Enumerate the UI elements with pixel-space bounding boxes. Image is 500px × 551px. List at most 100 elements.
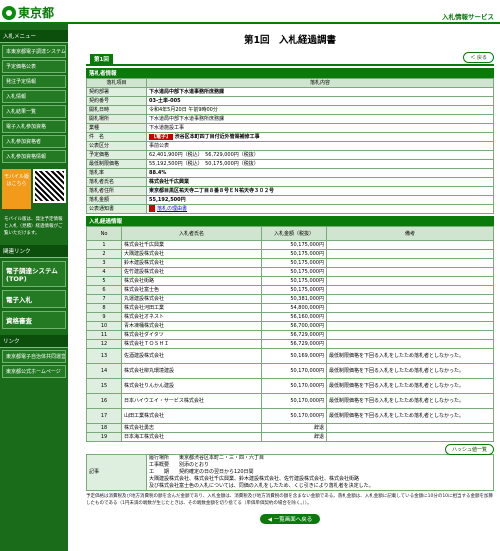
bid-no: 3: [86, 258, 122, 268]
bid-amount: 56,700,000円: [261, 321, 327, 331]
bid-name: 日本海工株式会社: [121, 432, 262, 442]
bid-row: 15 株式会社りんかん建設 50,170,000円 最低制限価格を下回る入札をしたため…: [86, 378, 494, 394]
mobile-box: モバイル版はこちら: [2, 169, 66, 213]
sidebar-link-qualification[interactable]: 資格審査: [2, 311, 66, 330]
winner-row: 落札金額 55,192,500円: [86, 195, 494, 205]
bid-amount: 50,175,000円: [261, 240, 327, 250]
sidebar-item-qualification-info[interactable]: 入札参加資格情報: [2, 150, 66, 163]
bid-row: 2 大隅建設株式会社 50,175,000円: [86, 249, 494, 259]
bid-note: 最低制限価格を下回る入札をしたため落札者としなかった。: [326, 393, 494, 409]
winner-row-label: 開札場所: [86, 114, 147, 124]
winner-row-value: 88.4%: [146, 168, 494, 178]
winner-row-label: 契約番号: [86, 96, 147, 106]
bid-col-no: No: [86, 226, 122, 241]
sidebar-link-system-top[interactable]: 電子調達システム(TOP): [2, 261, 66, 288]
bid-col-name: 入札者氏名: [121, 226, 262, 241]
winner-section-header: 落札者情報: [86, 68, 494, 78]
bid-row: 9 株式会社オネスト 56,160,000円: [86, 312, 494, 322]
bid-note: [326, 330, 494, 340]
winner-row: 業種 下水道施設工事: [86, 123, 494, 133]
sidebar-item-order-plan[interactable]: 発注予定情報: [2, 75, 66, 88]
winner-row-text: 88.4%: [149, 170, 167, 176]
bid-note: [326, 321, 494, 331]
winner-row-value: 62,401,900円（税込） 56,729,000円（税抜）: [146, 150, 494, 160]
back-button[interactable]: ＜ 戻る: [463, 52, 494, 63]
bid-name: 日本ハイウエイ・サービス株式会社: [121, 393, 262, 409]
bid-name: 大隅建設株式会社: [121, 249, 262, 259]
winner-row: 落札者住所 東京都目黒区祐天寺二丁目８番８号ＥＮ祐天寺３０２号: [86, 186, 494, 196]
tab-round-1[interactable]: 第1回: [90, 54, 113, 64]
tokyo-logo[interactable]: 東京都: [2, 4, 54, 21]
sidebar-item-qualified[interactable]: 入札参加資格者: [2, 135, 66, 148]
bid-table: No 入札者氏名 入札金額（税抜） 備考 1 株式会社千広興業 50,175,000…: [86, 226, 494, 442]
sidebar-item-bid-info[interactable]: 入札情報: [2, 90, 66, 103]
bid-name: 株式会社河田工業: [121, 303, 262, 313]
footnote: 予定価格は消費税及び地方消費税の額を含んだ金額であり、入札金額は、消費税及び地方…: [86, 494, 494, 506]
bid-amount: 50,175,000円: [261, 285, 327, 295]
winner-row-text: 55,192,500円: [149, 197, 186, 203]
winner-row: 契約番号 03-土単-005: [86, 96, 494, 106]
winner-row: 落札率 88.4%: [86, 168, 494, 178]
winner-row: 公表通知書 落札の理由書: [86, 204, 494, 214]
sidebar-link-joint[interactable]: 東京都電子自治体共同運営: [2, 350, 66, 364]
bid-amount: 50,170,000円: [261, 378, 327, 394]
winner-row-label: 開札日時: [86, 105, 147, 115]
bid-amount: 50,170,000円: [261, 363, 327, 379]
bid-no: 16: [86, 393, 122, 409]
sidebar-link-e-bid[interactable]: 電子入札: [2, 290, 66, 309]
bid-amount: 56,729,000円: [261, 330, 327, 340]
winner-row-label: 落札金額: [86, 195, 147, 205]
sidebar-links2-title: リンク: [0, 335, 68, 349]
history-row: ハッシュ値一覧: [86, 444, 494, 455]
sidebar-item-qualification[interactable]: 電子入札参加資格: [2, 120, 66, 133]
winner-col-item: 落札項目: [86, 78, 147, 88]
bid-name: 鈴木建設株式会社: [121, 258, 262, 268]
bid-row: 5 株式会社街路 50,175,000円: [86, 276, 494, 286]
winner-row-text: 渋谷区本町四丁目付近外管渠補修工事: [174, 134, 260, 140]
notice-link[interactable]: 落札の理由書: [157, 206, 187, 212]
sidebar-item-procurement[interactable]: 本東京都電子調達システム: [2, 45, 66, 58]
winner-row-label: 契約部署: [86, 87, 147, 97]
winner-row-label: 落札者氏名: [86, 177, 147, 187]
winner-row: 開札場所 下水道局中部下水道事務所庶務課: [86, 114, 494, 124]
sidebar-item-bid-results[interactable]: 入札結果一覧: [2, 105, 66, 118]
hash-list-button[interactable]: ハッシュ値一覧: [444, 444, 494, 455]
winner-row: 落札者氏名 株式会社千広興業: [86, 177, 494, 187]
winner-row-value[interactable]: 落札の理由書: [146, 204, 494, 214]
sidebar-link-official[interactable]: 東京都公式ホームページ: [2, 365, 66, 379]
winner-row: 最低制限価格 55,192,500円（税込） 50,175,000円（税抜）: [86, 159, 494, 169]
bid-name: 株式会社富士色: [121, 285, 262, 295]
sidebar-item-price[interactable]: 予定価格公表: [2, 60, 66, 73]
mobile-link[interactable]: モバイル版はこちら: [2, 169, 31, 209]
bid-note: 最低制限価格を下回る入札をしたため落札者としなかった。: [326, 408, 494, 424]
back-to-list-button[interactable]: ◀ 一覧画面へ戻る: [260, 513, 320, 524]
bid-note: [326, 303, 494, 313]
page-title: 第1回 入札経過調書: [243, 35, 337, 46]
bid-note: [326, 285, 494, 295]
bid-amount: 50,175,000円: [261, 267, 327, 277]
note-table: 記事 履行場所 東京都渋谷区本町二・三・四・六丁目 工事概要 別添のとおり 工 …: [86, 454, 494, 491]
winner-row-text: 下水道局中部下水道事務所庶務課: [149, 89, 225, 95]
bid-row: 19 日本海工株式会社 辞退: [86, 432, 494, 442]
logo-text: 東京都: [18, 6, 55, 20]
pdf-icon: [149, 205, 155, 212]
note-line: 及び株式会社富士色の入札については、同価の入札をしたため、くじ引きにより落札者を…: [149, 483, 374, 489]
bid-note: [326, 258, 494, 268]
qr-code-icon: [33, 169, 66, 203]
winner-row-label: 最低制限価格: [86, 159, 147, 169]
winner-row-value: 55,192,500円: [146, 195, 494, 205]
note-label: 記事: [86, 454, 147, 491]
bid-name: 株式会社街路: [121, 276, 262, 286]
winner-row-value: 令和4年5月20日 午前9時00分: [146, 105, 494, 115]
bid-no: 11: [86, 330, 122, 340]
bid-no: 18: [86, 423, 122, 433]
bid-no: 13: [86, 348, 122, 364]
bid-row: 13 佐酒建設株式会社 50,169,000円 最低制限価格を下回る入札をしたため落札…: [86, 348, 494, 364]
winner-row-label: 業種: [86, 123, 147, 133]
winner-row: 件 名【電子】 渋谷区本町四丁目付近外管渠補修工事: [86, 132, 494, 142]
bid-no: 2: [86, 249, 122, 259]
bid-amount: 50,169,000円: [261, 348, 327, 364]
winner-row: 契約部署 下水道局中部下水道事務所庶務課: [86, 87, 494, 97]
bid-amount: 50,175,000円: [261, 249, 327, 259]
mobile-note: モバイル版は、発注予定情報と入札（見積）経過情報がご覧いただけます。: [4, 217, 63, 236]
